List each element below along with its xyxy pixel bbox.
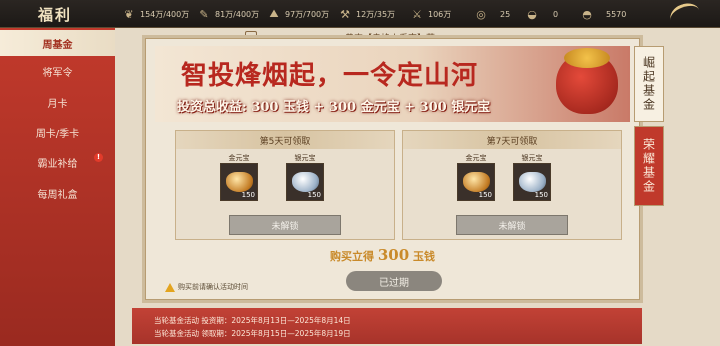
- silver-ingot-icon: [519, 172, 546, 192]
- resource-gold-ingot[interactable]: ◒ 0: [525, 6, 558, 22]
- sidebar-item-monthly-card[interactable]: 月卡: [0, 89, 115, 115]
- locked-button[interactable]: 未解锁: [229, 215, 341, 235]
- coin-icon: ◎: [476, 7, 486, 21]
- resource-troops[interactable]: ⚔ 106万: [410, 6, 451, 22]
- silver-ingot-icon: [292, 172, 319, 192]
- crescent-moon-icon: [667, 0, 703, 31]
- sidebar-item-supply[interactable]: 霸业补给 !: [0, 149, 115, 175]
- resource-iron[interactable]: ⚒ 12万/35万: [338, 6, 395, 22]
- silver-ingot-icon: ◓: [582, 7, 592, 21]
- card-header: 第5天可领取: [176, 131, 394, 149]
- close-button[interactable]: [650, 0, 720, 31]
- banner-subtitle: 投资总收益: 300 玉钱 + 300 金元宝 + 300 银元宝: [177, 100, 491, 115]
- card-header: 第7天可领取: [403, 131, 621, 149]
- resource-grain[interactable]: ❦ 154万/400万: [122, 6, 189, 22]
- buy-reward-text: 购买立得 300 玉钱: [330, 246, 435, 264]
- reward-card-day5: 第5天可领取 金元宝 150 银元宝 150 未解锁: [175, 130, 395, 240]
- reward-item-silver[interactable]: 银元宝 150: [286, 153, 324, 205]
- grain-icon: ❦: [124, 7, 134, 21]
- gold-ingot-icon: [226, 172, 253, 192]
- gold-ingot-icon: [463, 172, 490, 192]
- iron-icon: ⚒: [340, 7, 350, 21]
- troops-icon: ⚔: [412, 7, 422, 21]
- sidebar: 周基金 将军令 月卡 周卡/季卡 霸业补给 ! 每周礼盒: [0, 28, 115, 346]
- activity-period-info: 当轮基金活动 投资期：2025年8月13日—2025年8月14日 当轮基金活动 …: [132, 308, 642, 344]
- resource-coin[interactable]: ◎ 25: [474, 6, 510, 22]
- invest-period-text: 当轮基金活动 投资期：2025年8月13日—2025年8月14日: [154, 316, 351, 325]
- reward-item-gold[interactable]: 金元宝 150: [457, 153, 495, 205]
- fund-banner: 智投烽烟起，一令定山河 投资总收益: 300 玉钱 + 300 金元宝 + 30…: [155, 46, 630, 122]
- reward-item-gold[interactable]: 金元宝 150: [220, 153, 258, 205]
- sidebar-item-general-order[interactable]: 将军令: [0, 58, 115, 84]
- sidebar-item-weekly-fund[interactable]: 周基金: [0, 30, 115, 56]
- sidebar-item-weekly-gift[interactable]: 每周礼盒: [0, 180, 115, 206]
- resource-silver-ingot[interactable]: ◓ 5570: [580, 6, 626, 22]
- gold-pile-icon: [564, 48, 610, 68]
- warning-note: 购买前请确认活动时间: [165, 282, 248, 292]
- claim-period-text: 当轮基金活动 领取期：2025年8月15日—2025年8月19日: [154, 329, 351, 338]
- resource-wood[interactable]: ✎ 81万/400万: [197, 6, 259, 22]
- sidebar-item-weekly-season-card[interactable]: 周卡/季卡: [0, 119, 115, 145]
- wood-icon: ✎: [199, 7, 209, 21]
- notification-badge: !: [94, 153, 103, 162]
- banner-title: 智投烽烟起，一令定山河: [181, 61, 479, 91]
- stone-icon: ⛰: [269, 7, 279, 20]
- expired-button[interactable]: 已过期: [346, 271, 442, 291]
- reward-item-silver[interactable]: 银元宝 150: [513, 153, 551, 205]
- locked-button[interactable]: 未解锁: [456, 215, 568, 235]
- warning-icon: [165, 282, 175, 292]
- tab-glory-fund[interactable]: 荣耀基金: [634, 126, 664, 206]
- page-title: 福利: [38, 6, 73, 24]
- gold-ingot-icon: ◒: [527, 7, 537, 21]
- resource-stone[interactable]: ⛰ 97万/700万: [267, 6, 329, 22]
- top-bar: 福利 ❦ 154万/400万 ✎ 81万/400万 ⛰ 97万/700万 ⚒ 1…: [0, 0, 720, 31]
- tab-rise-fund[interactable]: 崛起基金: [634, 46, 664, 122]
- reward-card-day7: 第7天可领取 金元宝 150 银元宝 150 未解锁: [402, 130, 622, 240]
